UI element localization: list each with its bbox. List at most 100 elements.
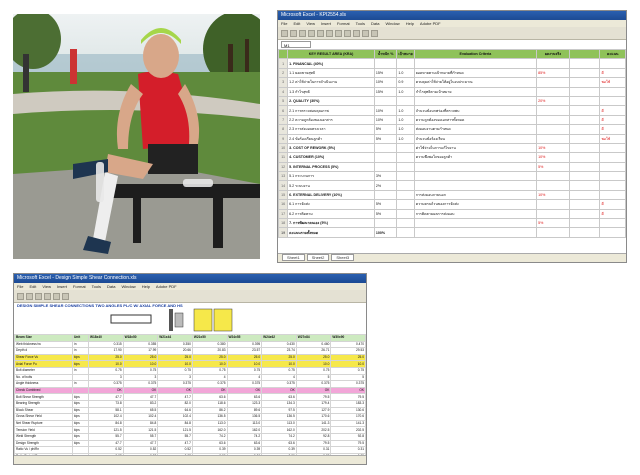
new-icon[interactable]	[281, 29, 288, 37]
excel2-cell[interactable]: 63.6	[191, 393, 228, 401]
excel1-cell-row-number[interactable]: 11	[278, 152, 289, 163]
excel1-cell[interactable]	[568, 199, 601, 210]
excel1-cell[interactable]	[568, 77, 601, 88]
excel1-cell-weight[interactable]: 10%	[373, 77, 398, 88]
excel2-cell[interactable]: 55.7	[157, 432, 193, 441]
excel2-cell[interactable]: 63.6	[261, 393, 297, 401]
excel1-cell-kra-label[interactable]: คะแนนรวมทั้งหมด	[287, 227, 375, 238]
excel2-row-unit[interactable]: kips	[72, 426, 89, 434]
excel2-cell[interactable]: 136.5	[261, 413, 297, 421]
excel1-cell-score[interactable]	[599, 218, 626, 229]
excel2-cell[interactable]: 3	[88, 373, 124, 382]
excel2-menu-data[interactable]: Data	[107, 284, 115, 289]
excel1-cell-criteria[interactable]	[413, 227, 538, 238]
excel2-row-label[interactable]: Depth d	[14, 347, 73, 355]
excel2-cell[interactable]: 0.375	[122, 380, 159, 388]
excel1-cell-score[interactable]: ดี	[599, 124, 626, 135]
excel2-cell[interactable]: 82.0	[157, 399, 193, 408]
excel2-cell[interactable]: 0.52	[122, 446, 159, 454]
excel1-cell[interactable]	[568, 86, 601, 97]
excel2-menu-tools[interactable]: Tools	[92, 284, 101, 289]
excel1-cell-weight[interactable]: 100%	[373, 227, 398, 238]
excel2-cell[interactable]: 0.375	[226, 380, 263, 388]
excel1-cell-kra-label[interactable]: 2.3 การส่งมอบตรงเวลา	[287, 124, 375, 135]
excel1-cell-criteria[interactable]: กำไรสุทธิตามเป้าหมาย	[413, 86, 538, 97]
paste-icon[interactable]	[335, 29, 342, 37]
excel2-cell[interactable]: 10.0	[226, 360, 263, 368]
excel1-cell-score[interactable]: ดี	[599, 114, 626, 126]
excel1-cell-row-number[interactable]: 1	[278, 58, 289, 69]
excel2-row-unit[interactable]: kips	[72, 439, 89, 448]
excel1-cell-row-number[interactable]: 12	[278, 161, 289, 173]
excel2-cell[interactable]: 25.0	[191, 353, 228, 362]
excel1-cell-row-number[interactable]: 16	[278, 199, 289, 210]
excel2-row-unit[interactable]: in	[72, 340, 89, 349]
excel1-menu-view[interactable]: View	[306, 21, 315, 26]
excel1-cell-weight[interactable]: 10%	[373, 114, 398, 126]
excel1-cell[interactable]	[568, 161, 601, 173]
excel2-cell[interactable]: 202.5	[295, 426, 332, 434]
excel1-cell-row-number[interactable]: 6	[278, 105, 289, 116]
excel1-cell-weight[interactable]	[373, 142, 398, 154]
excel2-row-unit[interactable]: kips	[72, 393, 89, 401]
excel2-cell[interactable]: 0.355	[122, 340, 159, 349]
excel1-cell-kra-label[interactable]: 3. COST OF REWORK (5%)	[287, 142, 375, 154]
excel2-cell[interactable]: 79.5	[295, 439, 332, 448]
sheet-tab[interactable]: Sheet1	[282, 254, 305, 261]
excel2-cell[interactable]: OK	[261, 386, 297, 395]
excel1-cell-actual[interactable]	[536, 105, 570, 116]
excel1-cell-actual[interactable]: 20%	[536, 95, 570, 107]
print-icon[interactable]	[308, 29, 315, 37]
excel2-menu-edit[interactable]: Edit	[29, 284, 36, 289]
excel1-cell-row-number[interactable]: 4	[278, 86, 289, 97]
excel1-cell-actual[interactable]: 5%	[536, 161, 570, 173]
excel2-cell[interactable]: OK	[226, 386, 263, 395]
excel1-cell-kra-label[interactable]: 6.2 การติดตาม	[287, 208, 375, 220]
excel2-row-unit[interactable]: kips	[72, 432, 89, 441]
excel2-cell[interactable]: 0.75	[226, 366, 263, 375]
excel1-cell-target[interactable]	[396, 218, 415, 229]
excel1-cell-target[interactable]: 1.0	[396, 114, 415, 126]
excel2-cell[interactable]: 0.31	[330, 446, 366, 454]
excel2-cell[interactable]: 0.75	[157, 366, 193, 375]
excel1-menu-file[interactable]: File	[281, 21, 287, 26]
excel1-cell[interactable]	[568, 189, 601, 201]
excel2-row-unit[interactable]: kips	[72, 406, 89, 415]
excel2-cell[interactable]: 4	[261, 373, 297, 382]
excel1-cell-kra-label[interactable]: 2.4 ข้อร้องเรียนลูกค้า	[287, 133, 375, 144]
excel2-cell[interactable]: 10.0	[191, 360, 228, 368]
excel2-cell[interactable]: 0.375	[157, 380, 193, 388]
excel1-cell-criteria[interactable]	[413, 171, 538, 182]
excel1-cell-criteria[interactable]: การติดตามผลการส่งมอบ	[413, 208, 538, 220]
excel2-cell[interactable]: 47.7	[122, 393, 159, 401]
excel2-cell[interactable]: 0.52	[157, 446, 193, 454]
excel1-cell-criteria[interactable]	[413, 180, 538, 191]
excel1-cell-criteria[interactable]: ยอดขายตามเป้าหมายที่กำหนด	[413, 67, 538, 79]
excel2-row-label[interactable]: Bolt diameter	[14, 366, 73, 375]
excel2-cell[interactable]: 23.57	[226, 347, 263, 355]
excel2-cell[interactable]: 25.0	[295, 353, 332, 362]
excel2-row-unit[interactable]: kips	[72, 413, 89, 421]
excel2-cell[interactable]: 47.7	[157, 393, 193, 401]
excel2-cell[interactable]: 130.6	[330, 406, 366, 415]
excel1-cell-kra-label[interactable]: 1.1 ยอดขายสุทธิ	[287, 67, 375, 79]
excel2-cell[interactable]: 55.7	[88, 432, 124, 441]
excel1-cell-weight[interactable]: 15%	[373, 86, 398, 97]
excel2-row-label[interactable]: Gross Shear Yield	[14, 413, 73, 421]
excel2-cell[interactable]: 136.5	[191, 413, 228, 421]
excel1-cell-actual[interactable]: 10%	[536, 152, 570, 163]
excel2-cell[interactable]: 162.0	[261, 426, 297, 434]
excel2-cell[interactable]: 63.6	[261, 439, 297, 448]
excel1-cell-score[interactable]: ดี	[599, 208, 626, 220]
excel1-cell-row-number[interactable]: 5	[278, 95, 289, 107]
excel2-cell[interactable]: 0.75	[295, 366, 332, 375]
excel1-cell[interactable]	[568, 58, 601, 69]
excel2-cell[interactable]: 73.8	[88, 399, 124, 408]
excel1-cell-criteria[interactable]: ควบคุมค่าใช้จ่ายให้อยู่ในงบประมาณ	[413, 77, 538, 88]
excel1-cell-score[interactable]	[599, 180, 626, 191]
excel1-cell-score[interactable]	[599, 171, 626, 182]
excel1-cell-kra-label[interactable]: 5.1 กระบวนการ	[287, 171, 375, 182]
excel2-row-label[interactable]: Check Combined	[14, 386, 73, 395]
excel2-cell[interactable]: 123.3	[226, 399, 263, 408]
excel2-cell[interactable]: 84.8	[122, 419, 159, 428]
